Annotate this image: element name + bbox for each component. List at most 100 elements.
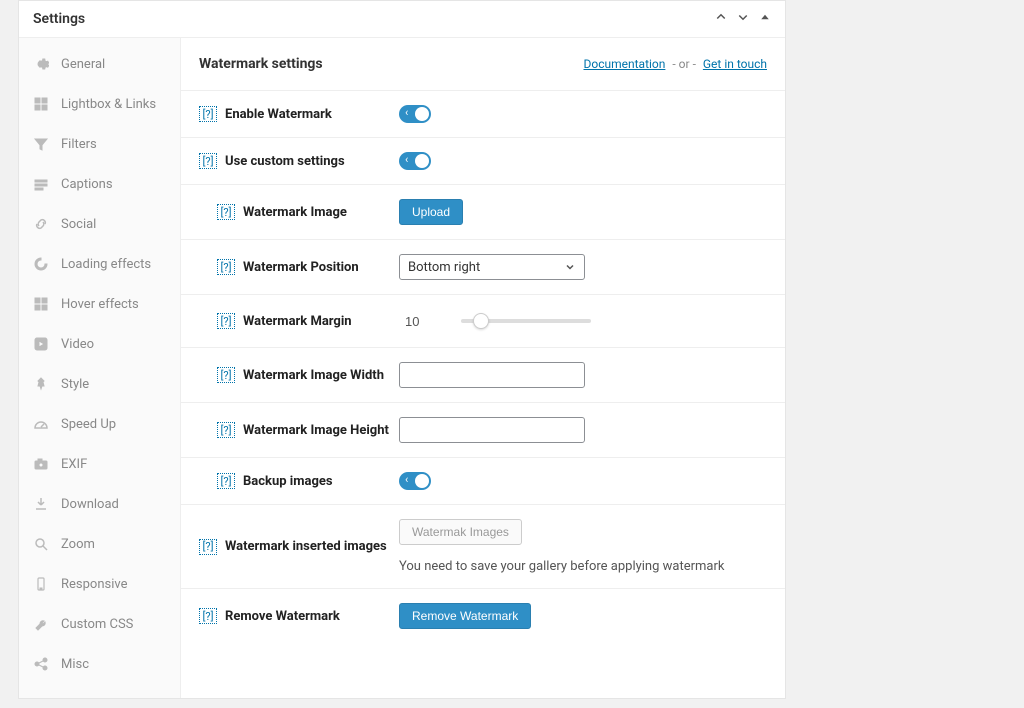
field-label: Use custom settings xyxy=(225,154,345,169)
sidebar-item-label: Video xyxy=(61,337,94,352)
field-label: Watermark Image xyxy=(243,205,347,220)
main-content: Watermark settings Documentation - or - … xyxy=(181,38,785,698)
sidebar-item-label: Download xyxy=(61,497,119,512)
row-watermark-image: [?] Watermark Image Upload xyxy=(181,185,785,240)
sidebar-item-customcss[interactable]: Custom CSS xyxy=(19,604,180,644)
upload-button[interactable]: Upload xyxy=(399,199,463,225)
share-icon xyxy=(33,656,49,672)
field-label: Backup images xyxy=(243,474,333,489)
sidebar-item-label: General xyxy=(61,57,105,72)
settings-panel: Settings General Lightbox & Links Filter… xyxy=(18,0,786,699)
row-watermark-height: [?]Watermark Image Height xyxy=(181,403,785,458)
filter-icon xyxy=(33,136,49,152)
field-label: Enable Watermark xyxy=(225,107,332,122)
sidebar-item-label: Filters xyxy=(61,137,97,152)
chevron-down-icon[interactable] xyxy=(737,11,749,27)
row-backup-images: [?] Backup images xyxy=(181,458,785,505)
panel-actions xyxy=(715,11,771,27)
documentation-link[interactable]: Documentation xyxy=(584,57,666,71)
gauge-icon xyxy=(33,416,49,432)
phone-icon xyxy=(33,576,49,592)
help-icon[interactable]: [?] xyxy=(217,473,235,489)
backup-images-toggle[interactable] xyxy=(399,472,431,490)
sidebar-item-social[interactable]: Social xyxy=(19,204,180,244)
sidebar-item-speedup[interactable]: Speed Up xyxy=(19,404,180,444)
gear-icon xyxy=(33,56,49,72)
sidebar-item-label: Zoom xyxy=(61,537,95,552)
header-links: Documentation - or - Get in touch xyxy=(584,57,768,71)
sidebar-item-loading[interactable]: Loading effects xyxy=(19,244,180,284)
chevron-down-icon xyxy=(564,261,576,273)
row-watermark-width: [?] Watermark Image Width xyxy=(181,348,785,403)
margin-slider[interactable] xyxy=(461,319,591,323)
margin-input[interactable] xyxy=(399,309,449,333)
row-watermark-inserted: [?]Watermark inserted images Watermak Im… xyxy=(181,505,785,589)
row-custom-settings: [?] Use custom settings xyxy=(181,138,785,185)
sidebar-item-label: Custom CSS xyxy=(61,617,133,632)
watermark-images-button[interactable]: Watermak Images xyxy=(399,519,522,545)
sidebar-item-label: Style xyxy=(61,377,89,392)
help-icon[interactable]: [?] xyxy=(217,422,235,438)
sidebar-item-download[interactable]: Download xyxy=(19,484,180,524)
help-icon[interactable]: [?] xyxy=(217,313,235,329)
select-value: Bottom right xyxy=(408,260,480,275)
enable-watermark-toggle[interactable] xyxy=(399,105,431,123)
sidebar-item-label: EXIF xyxy=(61,457,87,472)
collapse-icon[interactable] xyxy=(759,11,771,27)
help-icon[interactable]: [?] xyxy=(199,539,217,555)
sidebar-item-label: Responsive xyxy=(61,577,128,592)
sidebar-item-filters[interactable]: Filters xyxy=(19,124,180,164)
remove-watermark-button[interactable]: Remove Watermark xyxy=(399,603,531,629)
sidebar-item-general[interactable]: General xyxy=(19,44,180,84)
download-icon xyxy=(33,496,49,512)
help-icon[interactable]: [?] xyxy=(217,204,235,220)
sidebar-item-label: Misc xyxy=(61,657,89,672)
grid-icon xyxy=(33,96,49,112)
link-icon xyxy=(33,216,49,232)
page-title: Watermark settings xyxy=(199,56,323,72)
width-input[interactable] xyxy=(399,362,585,388)
sidebar-item-label: Social xyxy=(61,217,96,232)
sidebar-item-captions[interactable]: Captions xyxy=(19,164,180,204)
sidebar-item-exif[interactable]: EXIF xyxy=(19,444,180,484)
sidebar-item-label: Loading effects xyxy=(61,257,151,272)
hint-text: You need to save your gallery before app… xyxy=(399,559,725,574)
row-enable-watermark: [?] Enable Watermark xyxy=(181,91,785,138)
help-icon[interactable]: [?] xyxy=(217,259,235,275)
panel-title: Settings xyxy=(33,11,85,27)
get-in-touch-link[interactable]: Get in touch xyxy=(703,57,767,71)
panel-body: General Lightbox & Links Filters Caption… xyxy=(19,38,785,698)
sidebar-item-responsive[interactable]: Responsive xyxy=(19,564,180,604)
field-label: Watermark Margin xyxy=(243,314,352,329)
sidebar-item-style[interactable]: Style xyxy=(19,364,180,404)
help-icon[interactable]: [?] xyxy=(199,608,217,624)
chevron-up-icon[interactable] xyxy=(715,11,727,27)
position-select[interactable]: Bottom right xyxy=(399,254,585,280)
sidebar-item-misc[interactable]: Misc xyxy=(19,644,180,684)
height-input[interactable] xyxy=(399,417,585,443)
field-label: Remove Watermark xyxy=(225,609,340,624)
help-icon[interactable]: [?] xyxy=(217,367,235,383)
row-watermark-margin: [?] Watermark Margin xyxy=(181,295,785,348)
header-separator: - or - xyxy=(672,57,696,71)
panel-header: Settings xyxy=(19,1,785,38)
help-icon[interactable]: [?] xyxy=(199,153,217,169)
help-icon[interactable]: [?] xyxy=(199,106,217,122)
field-label: Watermark Image Width xyxy=(243,368,384,383)
camera-icon xyxy=(33,456,49,472)
slider-thumb[interactable] xyxy=(473,313,489,329)
grid-icon xyxy=(33,296,49,312)
main-header: Watermark settings Documentation - or - … xyxy=(181,38,785,91)
row-remove-watermark: [?] Remove Watermark Remove Watermark xyxy=(181,589,785,643)
sidebar-item-label: Lightbox & Links xyxy=(61,97,156,112)
sidebar: General Lightbox & Links Filters Caption… xyxy=(19,38,181,698)
field-label: Watermark Position xyxy=(243,260,359,275)
caption-icon xyxy=(33,176,49,192)
sidebar-item-zoom[interactable]: Zoom xyxy=(19,524,180,564)
sidebar-item-hover[interactable]: Hover effects xyxy=(19,284,180,324)
custom-settings-toggle[interactable] xyxy=(399,152,431,170)
sidebar-item-label: Speed Up xyxy=(61,417,116,432)
sidebar-item-video[interactable]: Video xyxy=(19,324,180,364)
sidebar-item-label: Captions xyxy=(61,177,113,192)
sidebar-item-lightbox[interactable]: Lightbox & Links xyxy=(19,84,180,124)
